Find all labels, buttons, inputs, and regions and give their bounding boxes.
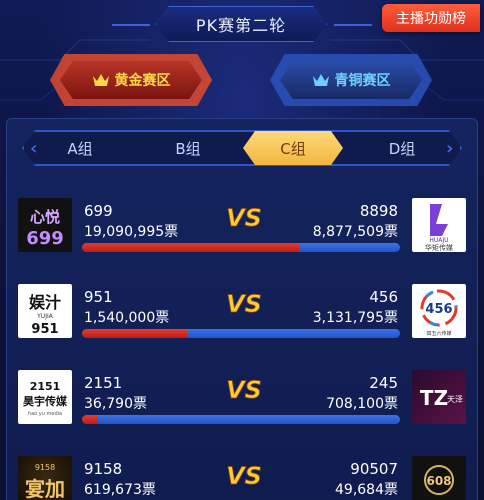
svg-text:天泽: 天泽 bbox=[447, 395, 463, 404]
left-score: 951 bbox=[84, 288, 113, 306]
tab-group-b[interactable]: B组 bbox=[138, 131, 238, 165]
svg-text:娱汁: 娱汁 bbox=[29, 293, 61, 312]
tab-group-c[interactable]: C组 bbox=[243, 131, 343, 165]
match-row[interactable]: 娱汁 YUJIA 951 951 1,540,000票 VS 456 3,131… bbox=[14, 284, 470, 346]
svg-text:951: 951 bbox=[31, 322, 58, 337]
vs-icon: VS bbox=[226, 462, 263, 488]
svg-text:2151: 2151 bbox=[30, 380, 61, 393]
right-votes: 708,100票 bbox=[326, 396, 398, 412]
gold-zone-label: 黄金赛区 bbox=[114, 73, 171, 89]
svg-text:四五六传媒: 四五六传媒 bbox=[426, 330, 451, 337]
right-score: 8898 bbox=[359, 202, 398, 220]
tz-logo[interactable]: TZ 天泽 bbox=[412, 370, 466, 424]
vote-progress-bar bbox=[82, 329, 400, 338]
svg-text:VS: VS bbox=[226, 204, 262, 230]
svg-text:456: 456 bbox=[425, 302, 452, 317]
xinyue-logo[interactable]: 心悦 699 bbox=[18, 198, 72, 252]
left-score: 699 bbox=[84, 202, 113, 220]
right-score: 90507 bbox=[350, 460, 398, 478]
right-votes: 3,131,795票 bbox=[312, 310, 398, 326]
left-vote-fill bbox=[82, 243, 300, 252]
right-score: 456 bbox=[369, 288, 398, 306]
crown-icon bbox=[312, 74, 329, 86]
left-votes: 19,090,995票 bbox=[84, 224, 179, 240]
left-vote-fill bbox=[82, 329, 187, 338]
match-row[interactable]: 2151 昊宇传媒 hao yu media 2151 36,790票 VS 2… bbox=[14, 370, 470, 432]
page-title: PK赛第二轮 bbox=[195, 16, 287, 35]
svg-text:VS: VS bbox=[226, 376, 262, 402]
svg-text:华矩传媒: 华矩传媒 bbox=[425, 243, 453, 252]
right-score: 245 bbox=[369, 374, 398, 392]
bronze-zone-button[interactable]: 青铜赛区 bbox=[270, 54, 432, 106]
title-deco-right bbox=[334, 24, 372, 26]
svg-text:TZ: TZ bbox=[420, 386, 448, 410]
yanjia-logo[interactable]: 9158 宴加 bbox=[18, 456, 72, 500]
streamer-rank-button[interactable]: 主播功勋榜 bbox=[382, 4, 480, 32]
svg-text:宴加: 宴加 bbox=[25, 477, 65, 500]
haoyu-logo[interactable]: 2151 昊宇传媒 hao yu media bbox=[18, 370, 72, 424]
left-score: 9158 bbox=[84, 460, 123, 478]
svg-text:hao yu media: hao yu media bbox=[28, 411, 62, 417]
vs-icon: VS bbox=[226, 204, 263, 230]
match-row[interactable]: 9158 宴加 9158 619,673票 VS 90507 49,684票 6… bbox=[14, 456, 470, 500]
yuzhi-logo[interactable]: 娱汁 YUJIA 951 bbox=[18, 284, 72, 338]
tab-group-a[interactable]: A组 bbox=[30, 131, 130, 165]
circle-456-logo[interactable]: 456 四五六传媒 bbox=[412, 284, 466, 338]
left-votes: 1,540,000票 bbox=[84, 310, 170, 326]
gold-zone-button[interactable]: 黄金赛区 bbox=[50, 54, 212, 106]
svg-text:心悦: 心悦 bbox=[30, 208, 60, 226]
svg-text:VS: VS bbox=[226, 290, 262, 316]
svg-text:YUJIA: YUJIA bbox=[36, 313, 54, 320]
svg-text:608: 608 bbox=[426, 474, 451, 488]
left-vote-fill bbox=[82, 415, 98, 424]
match-row[interactable]: 心悦 699 699 19,090,995票 VS 8898 8,877,509… bbox=[14, 198, 470, 260]
title-deco-left bbox=[112, 24, 150, 26]
right-votes: 8,877,509票 bbox=[312, 224, 398, 240]
crown-icon bbox=[92, 74, 109, 86]
svg-text:VS: VS bbox=[226, 462, 262, 488]
huaju-logo[interactable]: HUAJU 华矩传媒 bbox=[412, 198, 466, 252]
svg-text:9158: 9158 bbox=[35, 463, 55, 472]
left-votes: 619,673票 bbox=[84, 482, 156, 498]
608-logo[interactable]: 608 bbox=[412, 456, 466, 500]
page-title-plate: PK赛第二轮 bbox=[155, 6, 327, 42]
svg-text:HUAJU: HUAJU bbox=[429, 237, 448, 244]
left-votes: 36,790票 bbox=[84, 396, 147, 412]
svg-text:699: 699 bbox=[26, 228, 64, 249]
vote-progress-bar bbox=[82, 415, 400, 424]
vote-progress-bar bbox=[82, 243, 400, 252]
bronze-zone-label: 青铜赛区 bbox=[334, 73, 391, 89]
vs-icon: VS bbox=[226, 376, 263, 402]
right-votes: 49,684票 bbox=[335, 482, 398, 498]
tab-group-d[interactable]: D组 bbox=[352, 131, 452, 165]
svg-text:昊宇传媒: 昊宇传媒 bbox=[23, 394, 68, 408]
vs-icon: VS bbox=[226, 290, 263, 316]
left-score: 2151 bbox=[84, 374, 123, 392]
streamer-rank-label: 主播功勋榜 bbox=[396, 11, 466, 27]
